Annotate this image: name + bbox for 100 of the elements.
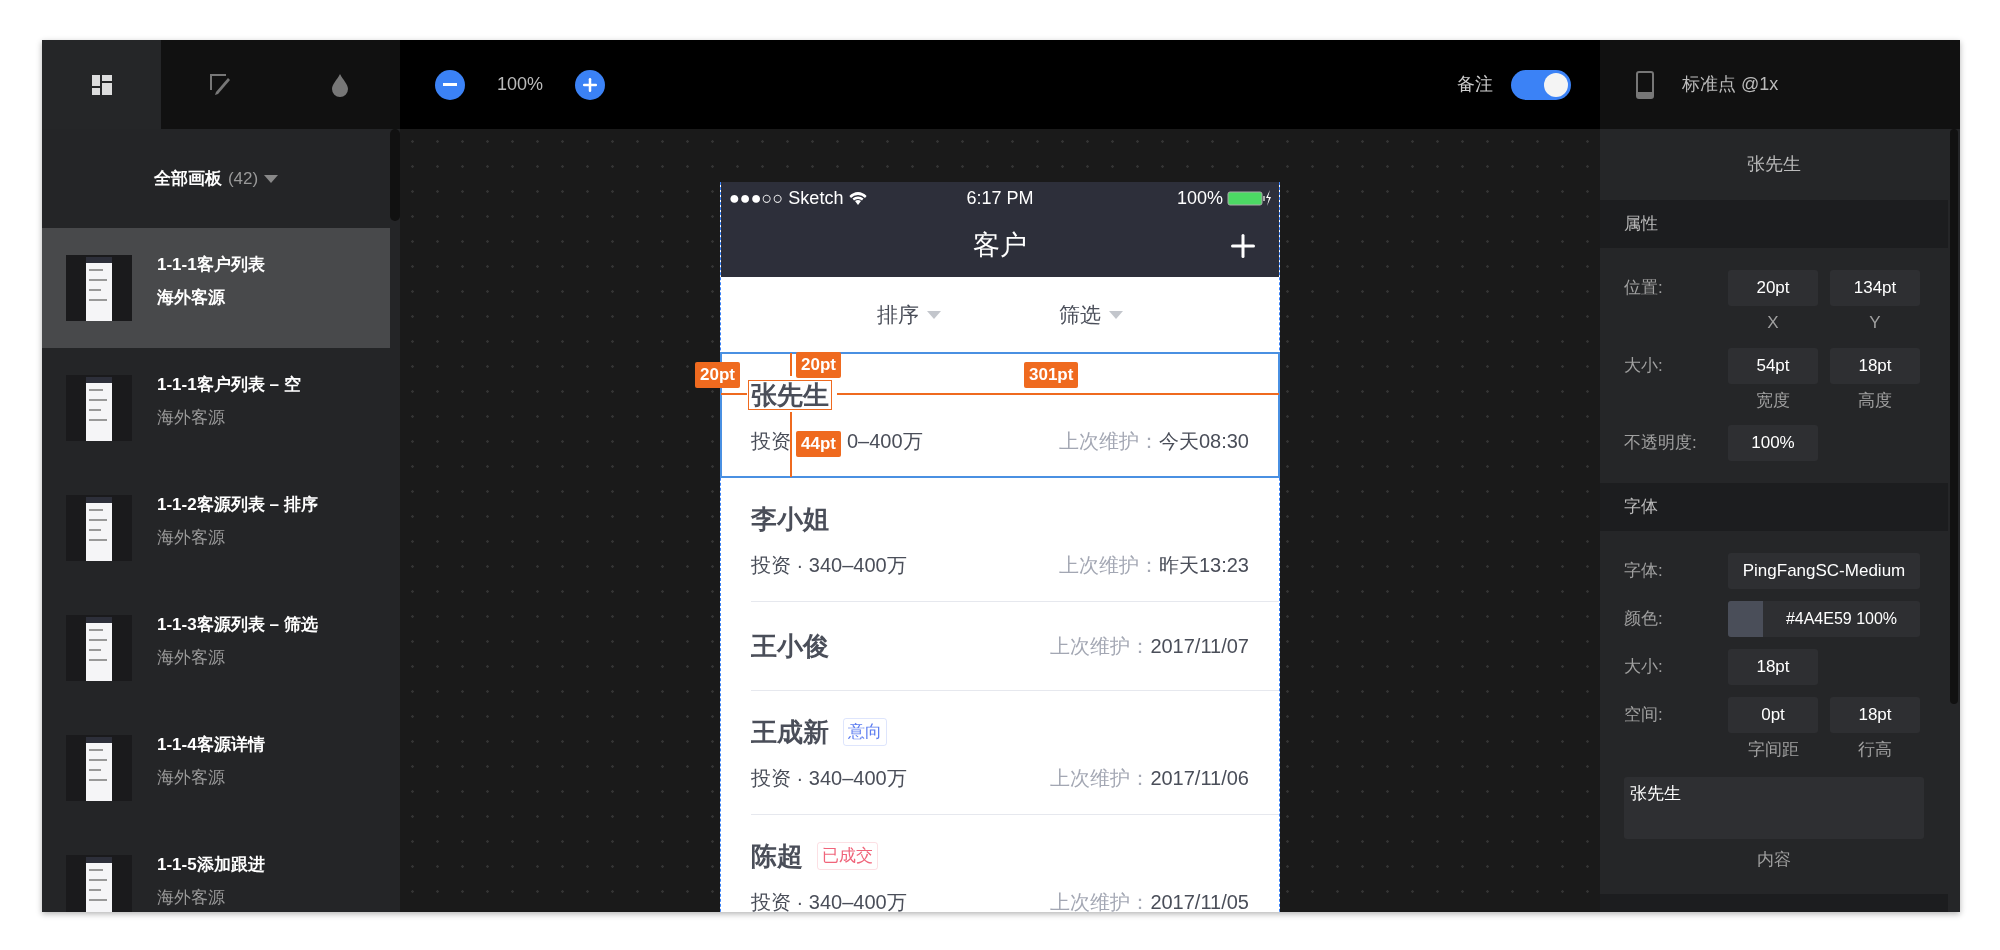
- investment-range: 投资 · 340–400万: [751, 890, 907, 912]
- maintenance-time: 2017/11/05: [1150, 890, 1249, 912]
- measurement-line: [790, 353, 792, 376]
- section-title: 属性: [1624, 213, 1658, 236]
- maintenance-label: 上次维护：: [1050, 890, 1151, 912]
- artboard-group: 海外客源: [157, 645, 318, 671]
- device-scale: 标准点 @1x: [1682, 73, 1779, 96]
- investment-range: 0–400万: [847, 429, 923, 454]
- artboard-item[interactable]: 1-1-2客源列表 – 排序 海外客源: [42, 468, 390, 588]
- field-label: 大小:: [1624, 656, 1664, 679]
- artboard-item[interactable]: 1-1-3客源列表 – 筛选 海外客源: [42, 588, 390, 708]
- minus-icon: [443, 82, 457, 87]
- field-label: 字体:: [1624, 560, 1664, 583]
- color-value: #4A4E59 100%: [1784, 609, 1899, 629]
- value-field[interactable]: 0pt: [1728, 697, 1818, 733]
- field-caption: 内容: [1757, 848, 1791, 871]
- grid-icon: [90, 73, 113, 96]
- customer-name: 王成新: [750, 717, 830, 747]
- artboard-item[interactable]: 1-1-5添加跟进 海外客源: [42, 828, 390, 912]
- filter-dropdown[interactable]: 排序: [877, 299, 941, 331]
- value-field[interactable]: 20pt: [1728, 270, 1818, 306]
- artboards-title: 全部画板: [153, 167, 222, 190]
- content-field[interactable]: 张先生: [1624, 776, 1924, 839]
- notes-label: 备注: [1457, 73, 1493, 96]
- artboard-title: 1-1-3客源列表 – 筛选: [157, 613, 318, 636]
- field-caption: 字间距: [1747, 739, 1799, 761]
- customer-name: 王小俊: [750, 630, 830, 661]
- artboard-group: 海外客源: [157, 765, 265, 791]
- customer-name: 李小姐: [750, 504, 830, 534]
- caret-icon: [1109, 311, 1123, 319]
- color-field[interactable]: #4A4E59 100%: [1728, 601, 1920, 637]
- artboard-title: 1-1-1客户列表 – 空: [157, 373, 301, 396]
- artboard-thumbnail: [66, 735, 132, 801]
- customer-row[interactable]: 王成新 意向 投资 · 340–400万 上次维护：2017/11/06: [721, 690, 1279, 814]
- artboard-title: 1-1-4客源详情: [157, 733, 265, 756]
- field-label: 空间:: [1624, 704, 1664, 727]
- artboard-title: 1-1-2客源列表 – 排序: [157, 493, 318, 516]
- zoom-out-button[interactable]: [435, 69, 465, 100]
- maintenance-label: 上次维护：: [1050, 633, 1151, 659]
- artboard-title: 1-1-5添加跟进: [157, 853, 265, 876]
- layer-name: 张先生: [1747, 153, 1801, 176]
- filter-dropdown[interactable]: 筛选: [1059, 299, 1123, 331]
- maintenance-time: 今天08:30: [1158, 429, 1249, 454]
- field-label: 位置:: [1624, 277, 1664, 300]
- artboard-title: 1-1-1客户列表: [157, 253, 265, 276]
- customer-name: 张先生: [748, 380, 832, 410]
- drop-icon: [331, 72, 350, 97]
- value-field[interactable]: 18pt: [1728, 649, 1818, 685]
- artboard-group: 海外客源: [157, 525, 318, 551]
- value-field[interactable]: 100%: [1728, 425, 1818, 461]
- artboard-item[interactable]: 1-1-1客户列表 – 空 海外客源: [42, 348, 390, 468]
- field-caption: 行高: [1858, 739, 1892, 761]
- value-field[interactable]: 18pt: [1830, 697, 1920, 733]
- maintenance-label: 上次维护：: [1058, 429, 1159, 454]
- value-field[interactable]: 18pt: [1830, 347, 1920, 384]
- investment-range: 投资 · 340–400万: [751, 766, 907, 791]
- caret-icon: [264, 174, 279, 183]
- carrier: ●●●○○ Sketch: [729, 186, 844, 210]
- maintenance-time: 昨天13:23: [1158, 553, 1249, 578]
- notes-toggle[interactable]: [1511, 69, 1571, 100]
- measurement-label: 301pt: [1024, 362, 1079, 388]
- screen-title: 客户: [973, 229, 1027, 263]
- status-tag: 意向: [843, 718, 887, 746]
- field-label: 颜色:: [1624, 608, 1664, 631]
- field-caption: Y: [1869, 312, 1881, 334]
- artboard-group: 海外客源: [157, 405, 301, 431]
- measurement-line: [790, 412, 792, 477]
- customer-row[interactable]: 王小俊 上次维护：2017/11/07: [721, 601, 1279, 690]
- artboard-item[interactable]: 1-1-1客户列表 海外客源: [42, 228, 390, 348]
- customer-row[interactable]: 李小姐 投资 · 340–400万 上次维护：昨天13:23: [721, 477, 1279, 601]
- measurement-label: 20pt: [796, 352, 841, 378]
- artboard-item[interactable]: 1-1-4客源详情 海外客源: [42, 708, 390, 828]
- scrollbar[interactable]: [390, 129, 400, 221]
- artboards-count: (42): [227, 167, 259, 190]
- artboard-thumbnail: [66, 495, 132, 561]
- zoom-in-button[interactable]: [575, 69, 606, 100]
- maintenance-label: 上次维护：: [1050, 766, 1151, 791]
- investment-range: 投资 · 340–400万: [751, 553, 907, 578]
- artboard-group: 海外客源: [157, 885, 265, 911]
- field-caption: X: [1767, 312, 1779, 334]
- value-field[interactable]: 54pt: [1728, 347, 1818, 384]
- measurement-line: [721, 393, 747, 395]
- toolbar-tab[interactable]: [42, 40, 162, 129]
- status-tag: 已成交: [817, 842, 878, 870]
- wifi-icon: [849, 191, 868, 205]
- field-caption: 宽度: [1756, 389, 1790, 412]
- investment-range: 投资: [751, 429, 791, 454]
- measurement-label: 20pt: [695, 362, 740, 388]
- maintenance-time: 2017/11/07: [1150, 633, 1249, 659]
- value-field[interactable]: PingFangSC-Medium: [1728, 553, 1920, 589]
- battery-level: 100%: [1176, 186, 1223, 210]
- value-field[interactable]: 134pt: [1830, 270, 1920, 306]
- artboard-thumbnail: [66, 615, 132, 681]
- artboard-thumbnail: [66, 375, 132, 441]
- field-label: 不透明度:: [1624, 432, 1698, 455]
- customer-row[interactable]: 陈超 已成交 投资 · 340–400万 上次维护：2017/11/05: [721, 814, 1279, 912]
- measurement-label: 44pt: [796, 431, 841, 457]
- status-time: 6:17 PM: [966, 186, 1034, 210]
- caret-icon: [927, 311, 941, 319]
- maintenance-time: 2017/11/06: [1150, 766, 1249, 791]
